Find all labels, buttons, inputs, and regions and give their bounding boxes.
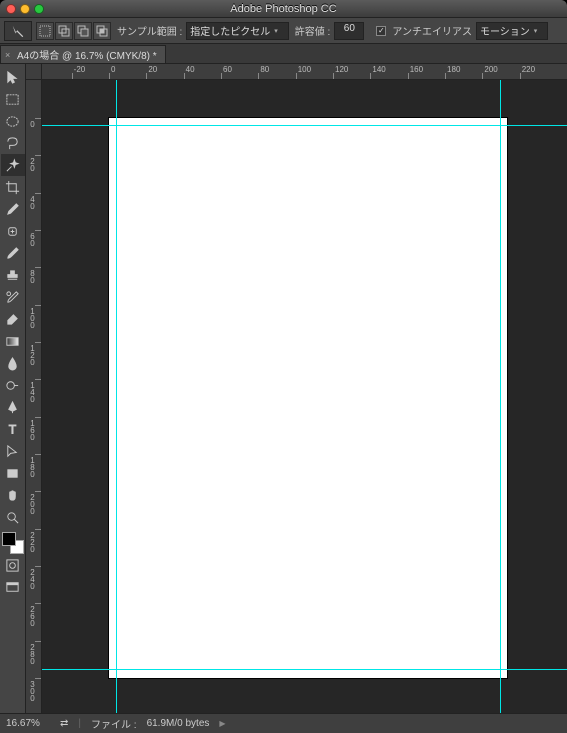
foreground-color-swatch[interactable] bbox=[2, 532, 16, 546]
main-area: T -20020406080100120140160180200220 0204… bbox=[0, 64, 567, 713]
rectangle-tool[interactable] bbox=[1, 462, 25, 484]
tolerance-label: 許容値 : bbox=[295, 23, 331, 38]
mode-select[interactable]: モーション bbox=[476, 22, 548, 40]
status-arrow-icon[interactable]: ▶ bbox=[219, 719, 225, 728]
selection-mode-group bbox=[36, 22, 111, 40]
app-title: Adobe Photoshop CC bbox=[0, 3, 567, 15]
document-tab[interactable]: × A4の場合 @ 16.7% (CMYK/8) * bbox=[0, 45, 166, 63]
canvas-area[interactable] bbox=[42, 80, 567, 713]
move-tool[interactable] bbox=[1, 66, 25, 88]
selection-new-button[interactable] bbox=[36, 22, 54, 40]
options-bar: サンプル範囲 : 指定したピクセル 許容値 : 60 ✓ アンチエイリアス モー… bbox=[0, 18, 567, 44]
gradient-tool[interactable] bbox=[1, 330, 25, 352]
brush-tool[interactable] bbox=[1, 242, 25, 264]
crop-tool[interactable] bbox=[1, 176, 25, 198]
status-icon: ⇄ bbox=[60, 718, 68, 729]
quick-mask-button[interactable] bbox=[1, 554, 25, 576]
pen-tool[interactable] bbox=[1, 396, 25, 418]
history-brush-tool[interactable] bbox=[1, 286, 25, 308]
marquee-ellipse-tool[interactable] bbox=[1, 110, 25, 132]
tolerance-input[interactable]: 60 bbox=[334, 22, 364, 40]
selection-add-button[interactable] bbox=[55, 22, 73, 40]
healing-brush-tool[interactable] bbox=[1, 220, 25, 242]
ruler-origin[interactable] bbox=[26, 64, 42, 80]
zoom-tool[interactable] bbox=[1, 506, 25, 528]
dodge-tool[interactable] bbox=[1, 374, 25, 396]
hand-tool[interactable] bbox=[1, 484, 25, 506]
path-select-tool[interactable] bbox=[1, 440, 25, 462]
close-tab-icon[interactable]: × bbox=[5, 50, 10, 60]
canvas-viewport: -20020406080100120140160180200220 020406… bbox=[26, 64, 567, 713]
marquee-rect-tool[interactable] bbox=[1, 88, 25, 110]
guide-horizontal[interactable] bbox=[42, 125, 567, 126]
toolbox: T bbox=[0, 64, 26, 713]
sample-range-label: サンプル範囲 : bbox=[117, 23, 182, 38]
file-info-value: 61.9M/0 bytes bbox=[147, 718, 210, 729]
guide-vertical[interactable] bbox=[500, 80, 501, 713]
eyedropper-tool[interactable] bbox=[1, 198, 25, 220]
eraser-tool[interactable] bbox=[1, 308, 25, 330]
color-swatches[interactable] bbox=[2, 532, 24, 554]
document-tab-label: A4の場合 @ 16.7% (CMYK/8) * bbox=[17, 47, 157, 62]
magic-wand-tool[interactable] bbox=[1, 154, 25, 176]
anti-alias-label: アンチエイリアス bbox=[392, 23, 472, 38]
canvas[interactable] bbox=[109, 118, 507, 678]
zoom-level[interactable]: 16.67% bbox=[6, 718, 50, 729]
lasso-tool[interactable] bbox=[1, 132, 25, 154]
selection-subtract-button[interactable] bbox=[74, 22, 92, 40]
current-tool-indicator[interactable] bbox=[4, 21, 32, 41]
svg-text:T: T bbox=[9, 422, 17, 436]
file-info-label: ファイル : bbox=[91, 716, 137, 731]
stamp-tool[interactable] bbox=[1, 264, 25, 286]
sample-range-select[interactable]: 指定したピクセル bbox=[186, 22, 289, 40]
titlebar: Adobe Photoshop CC bbox=[0, 0, 567, 18]
document-tab-bar: × A4の場合 @ 16.7% (CMYK/8) * bbox=[0, 44, 567, 64]
guide-horizontal[interactable] bbox=[42, 669, 567, 670]
type-tool[interactable]: T bbox=[1, 418, 25, 440]
anti-alias-checkbox[interactable]: ✓ bbox=[376, 26, 386, 36]
screen-mode-button[interactable] bbox=[1, 576, 25, 598]
status-bar: 16.67% ⇄ | ファイル : 61.9M/0 bytes ▶ bbox=[0, 713, 567, 733]
ruler-horizontal[interactable]: -20020406080100120140160180200220 bbox=[42, 64, 567, 80]
app-window: Adobe Photoshop CC サンプル範囲 : 指定したピクセル 許容値… bbox=[0, 0, 567, 733]
blur-tool[interactable] bbox=[1, 352, 25, 374]
selection-intersect-button[interactable] bbox=[93, 22, 111, 40]
guide-vertical[interactable] bbox=[116, 80, 117, 713]
ruler-vertical[interactable]: 0204060801001201401601802002202402602803… bbox=[26, 80, 42, 713]
